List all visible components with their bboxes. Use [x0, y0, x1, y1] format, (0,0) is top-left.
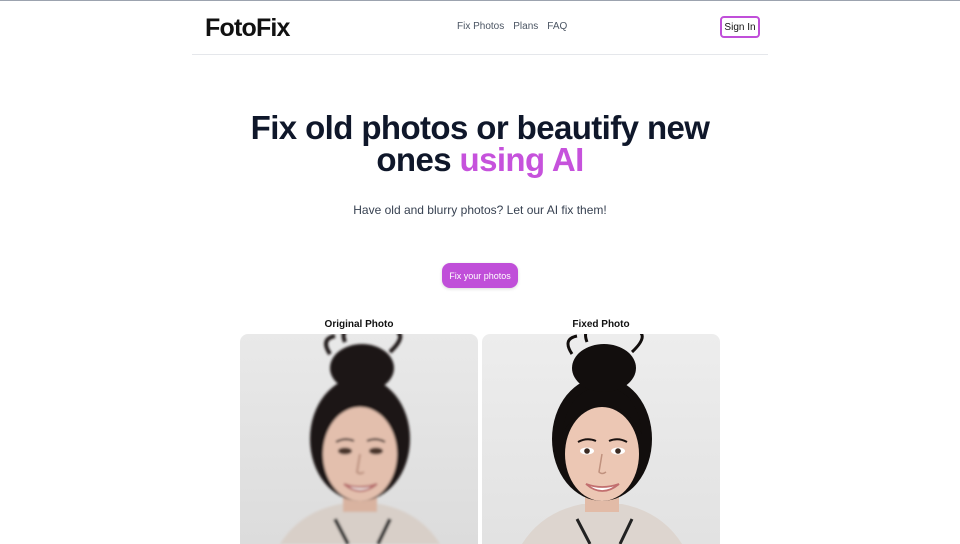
- logo[interactable]: FotoFix: [205, 14, 290, 43]
- original-photo-label: Original Photo: [324, 319, 394, 330]
- site-header: FotoFix Fix Photos Plans FAQ Sign In: [192, 1, 768, 55]
- nav-link-fix-photos[interactable]: Fix Photos: [457, 21, 504, 32]
- hero-title-line2: ones: [376, 141, 451, 178]
- hero-title-accent: using AI: [459, 141, 585, 178]
- hero-title: Fix old photos or beautify new ones using…: [180, 111, 780, 178]
- main-nav: Fix Photos Plans FAQ: [457, 21, 567, 32]
- fixed-photo-label: Fixed Photo: [572, 319, 630, 330]
- hero-subtitle: Have old and blurry photos? Let our AI f…: [353, 203, 607, 217]
- nav-link-faq[interactable]: FAQ: [547, 21, 567, 32]
- sign-in-button[interactable]: Sign In: [720, 16, 760, 38]
- fix-your-photos-button[interactable]: Fix your photos: [442, 263, 518, 288]
- original-photo: [240, 334, 478, 544]
- nav-link-plans[interactable]: Plans: [513, 21, 538, 32]
- fixed-photo: [482, 334, 720, 544]
